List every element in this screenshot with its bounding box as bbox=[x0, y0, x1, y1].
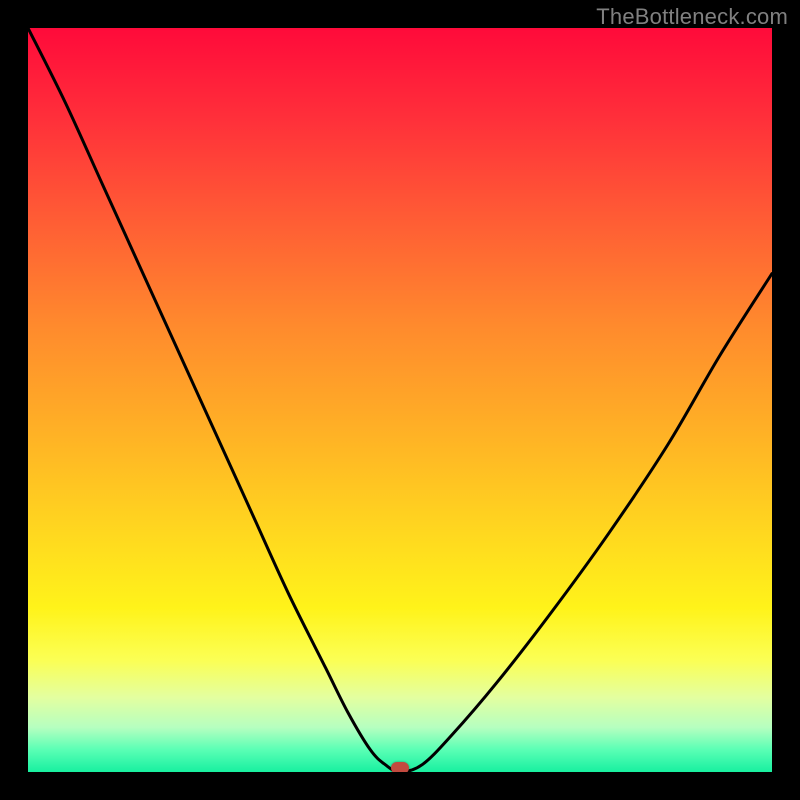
bottleneck-curve bbox=[28, 28, 772, 772]
curve-path bbox=[28, 28, 772, 772]
watermark-text: TheBottleneck.com bbox=[596, 4, 788, 30]
bottleneck-marker bbox=[391, 762, 409, 772]
plot-area bbox=[28, 28, 772, 772]
chart-frame: TheBottleneck.com bbox=[0, 0, 800, 800]
